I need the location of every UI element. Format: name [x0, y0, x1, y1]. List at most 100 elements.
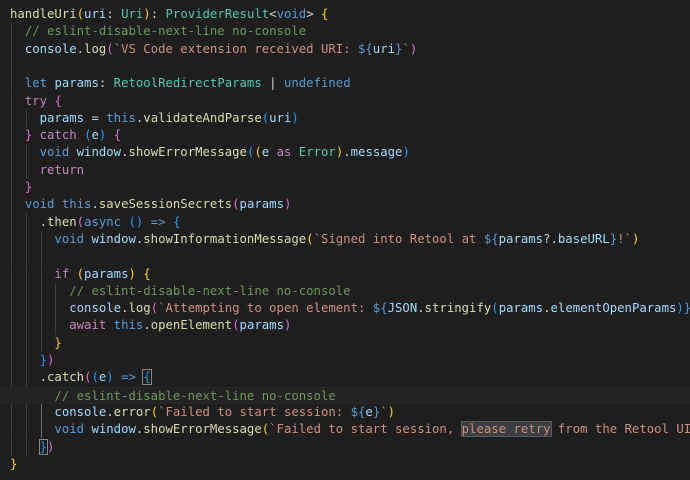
code-line-text: void window.showErrorMessage((e as Error…	[10, 144, 410, 161]
code-token: )	[409, 41, 418, 56]
code-line[interactable]: }	[0, 179, 690, 196]
code-editor[interactable]: handleUri(uri: Uri): ProviderResult<void…	[0, 0, 690, 480]
code-token: {	[54, 93, 62, 108]
code-token: :	[98, 76, 114, 91]
code-token: )	[283, 197, 292, 212]
code-token: params	[498, 301, 544, 316]
code-token: )	[47, 439, 55, 454]
code-token: void	[24, 197, 55, 212]
code-line[interactable]: void window.showInformationMessage(`Sign…	[0, 231, 690, 248]
code-line[interactable]	[0, 58, 690, 75]
code-token: )	[631, 231, 640, 246]
code-token: void	[54, 422, 85, 437]
code-line-text: void window.showInformationMessage(`Sign…	[10, 231, 639, 248]
code-line[interactable]: .catch((e) => {	[0, 369, 690, 386]
code-line[interactable]: params = this.validateAndParse(uri)	[0, 110, 690, 127]
code-token: baseURL	[557, 231, 610, 246]
code-token: this	[106, 110, 136, 125]
code-token: `Failed to start session,	[269, 422, 462, 437]
code-token: )	[128, 266, 136, 281]
code-line[interactable]: let params: RetoolRedirectParams | undef…	[0, 75, 690, 92]
code-line[interactable]: // eslint-disable-next-line no-console	[0, 23, 690, 40]
code-line[interactable]: void window.showErrorMessage((e as Error…	[0, 144, 690, 161]
matched-bracket: }	[38, 438, 49, 455]
code-token: showErrorMessage	[128, 145, 247, 160]
code-token: {	[172, 214, 181, 229]
code-line[interactable]: void this.saveSessionSecrets(params)	[0, 196, 690, 213]
code-token: (	[76, 7, 85, 21]
code-token: params	[239, 318, 284, 333]
code-token: (	[306, 231, 314, 246]
code-line[interactable]: })	[0, 438, 690, 456]
code-token: .	[143, 318, 151, 333]
code-line[interactable]: // eslint-disable-next-line no-console	[0, 283, 690, 300]
code-line-text: params = this.validateAndParse(uri)	[10, 110, 299, 127]
code-line[interactable]: try {	[0, 93, 690, 110]
code-line[interactable]: console.log(`VS Code extension received …	[0, 41, 690, 58]
code-token: message	[350, 145, 403, 160]
code-token: catch	[47, 370, 85, 385]
code-token: window	[76, 145, 122, 160]
code-token: {	[143, 266, 151, 281]
code-line[interactable]: await this.openElement(params)	[0, 317, 690, 334]
code-token: ${	[372, 301, 388, 316]
code-token: console	[54, 404, 107, 419]
code-token: .	[343, 145, 351, 160]
code-token: )	[143, 7, 151, 21]
code-line-text: if (params) {	[10, 266, 151, 283]
code-line[interactable]: })	[0, 352, 690, 369]
code-token: .	[76, 41, 85, 56]
code-token: >	[306, 7, 322, 21]
code-line[interactable]: return	[0, 162, 690, 179]
code-line-text: console.error(`Failed to start session: …	[10, 404, 395, 421]
code-line[interactable]: }	[0, 335, 690, 352]
code-token: void	[39, 145, 70, 160]
code-line-text: // eslint-disable-next-line no-console	[10, 388, 335, 405]
code-token: (	[106, 41, 114, 56]
code-token: async	[84, 214, 122, 229]
code-token: )	[283, 318, 292, 333]
code-token: ${	[350, 404, 366, 419]
code-token: then	[47, 214, 77, 229]
code-line-text: let params: RetoolRedirectParams | undef…	[10, 75, 351, 92]
code-line[interactable]: } catch (e) {	[0, 127, 690, 144]
code-line-text: })	[10, 438, 55, 456]
code-token: .	[417, 301, 425, 316]
code-token: =>	[121, 370, 136, 385]
code-token: if	[54, 266, 70, 281]
code-token: !`	[617, 231, 632, 246]
code-line[interactable]: .then(async () => {	[0, 214, 690, 231]
code-token: showErrorMessage	[143, 422, 262, 437]
code-token: RetoolRedirectParams	[113, 76, 262, 91]
code-token: log	[128, 301, 151, 316]
code-token: }	[684, 301, 690, 315]
code-line-text: })	[10, 352, 55, 369]
code-token: this	[113, 318, 144, 333]
code-line[interactable]: // eslint-disable-next-line no-console	[0, 386, 690, 405]
code-line[interactable]	[0, 248, 690, 265]
code-line[interactable]: console.error(`Failed to start session: …	[0, 404, 690, 421]
code-line[interactable]: if (params) {	[0, 266, 690, 283]
code-line[interactable]: void window.showErrorMessage(`Failed to …	[0, 421, 690, 438]
code-token: window	[91, 422, 136, 437]
code-line[interactable]: console.log(`Attempting to open element:…	[0, 300, 690, 317]
code-line[interactable]: }	[0, 456, 690, 473]
code-line[interactable]: handleUri(uri: Uri): ProviderResult<void…	[0, 6, 690, 23]
code-token: (	[491, 301, 499, 316]
code-token: `Signed into Retool at	[313, 231, 484, 246]
code-token: }	[609, 231, 618, 246]
code-token: catch	[39, 128, 77, 143]
code-token: await	[69, 318, 107, 333]
